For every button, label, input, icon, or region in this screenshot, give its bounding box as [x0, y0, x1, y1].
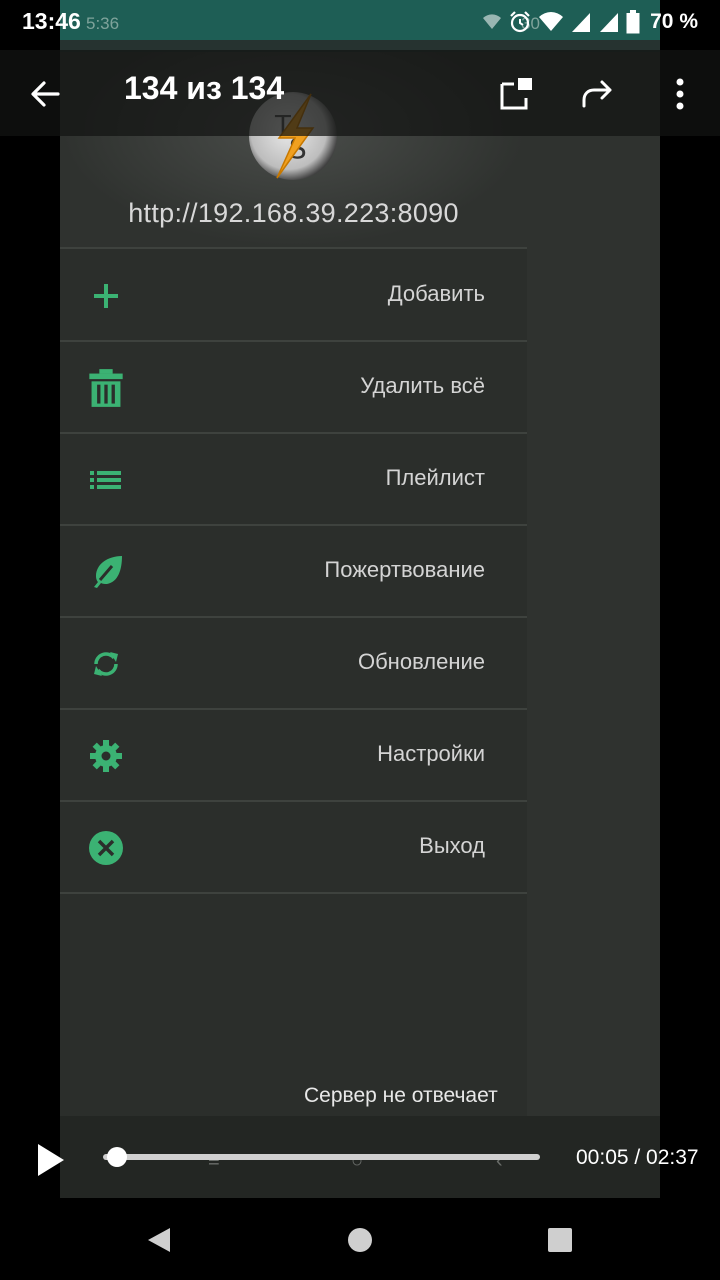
media-controls: 00:05 / 02:37 — [0, 1116, 720, 1198]
share-icon[interactable] — [574, 70, 622, 118]
open-external-icon[interactable] — [494, 70, 542, 118]
wifi-icon — [539, 12, 564, 31]
menu-item-label: Пожертвование — [324, 557, 485, 582]
media-image: 5:36 30 T S http://192.168.39.223:8090 Д… — [60, 0, 660, 1198]
back-arrow-icon[interactable] — [24, 70, 72, 118]
viewer-toolbar: 134 из 134 — [0, 50, 720, 136]
donate-icon — [94, 556, 122, 588]
plus-icon — [94, 284, 118, 308]
page-title: 134 из 134 — [124, 70, 285, 106]
menu-item-label: Обновление — [357, 649, 485, 674]
refresh-icon — [94, 652, 118, 676]
time-readout: 00:05 / 02:37 — [576, 1146, 699, 1169]
menu-item-update[interactable]: Обновление — [60, 618, 527, 710]
nav-home-icon[interactable] — [340, 1220, 380, 1260]
server-status-message: Сервер не отвечает — [304, 1084, 498, 1107]
system-nav-bar — [0, 1198, 720, 1280]
signal-icon — [600, 13, 619, 32]
play-icon[interactable] — [30, 1140, 70, 1180]
menu-item-delete-all[interactable]: Удалить всё — [60, 342, 527, 434]
alarm-icon — [510, 11, 530, 33]
nav-recents-icon[interactable] — [540, 1220, 580, 1260]
menu-item-playlist[interactable]: Плейлист — [60, 434, 527, 526]
status-time: 13:46 — [22, 8, 81, 34]
drawer-menu: Добавить Удалить всё Плейлист Пожертвова… — [60, 250, 527, 894]
navigation-drawer: T S http://192.168.39.223:8090 Добавить — [60, 52, 527, 1198]
menu-item-label: Выход — [419, 833, 485, 858]
list-icon — [90, 471, 121, 489]
trash-icon — [89, 369, 123, 407]
signal-icon — [572, 13, 591, 32]
battery-percent: 70 % — [650, 10, 698, 33]
more-vert-icon[interactable] — [656, 70, 704, 118]
nav-back-icon[interactable] — [140, 1220, 180, 1260]
menu-item-donate[interactable]: Пожертвование — [60, 526, 527, 618]
menu-item-label: Удалить всё — [360, 373, 485, 398]
status-bar: 13:46 70 % — [0, 0, 720, 42]
menu-item-exit[interactable]: Выход — [60, 802, 527, 894]
wifi-icon — [483, 14, 502, 29]
menu-item-label: Добавить — [387, 281, 485, 306]
menu-item-settings[interactable]: Настройки — [60, 710, 527, 802]
seek-bar[interactable] — [103, 1147, 540, 1167]
status-icons: 70 % — [482, 8, 698, 36]
menu-item-label: Плейлист — [385, 465, 485, 490]
seek-handle[interactable] — [106, 1147, 127, 1167]
server-url: http://192.168.39.223:8090 — [128, 198, 459, 228]
menu-item-add[interactable]: Добавить — [60, 250, 527, 342]
battery-icon — [626, 10, 640, 34]
menu-item-label: Настройки — [377, 741, 485, 766]
close-circle-icon — [89, 831, 123, 865]
gear-icon — [90, 740, 122, 772]
